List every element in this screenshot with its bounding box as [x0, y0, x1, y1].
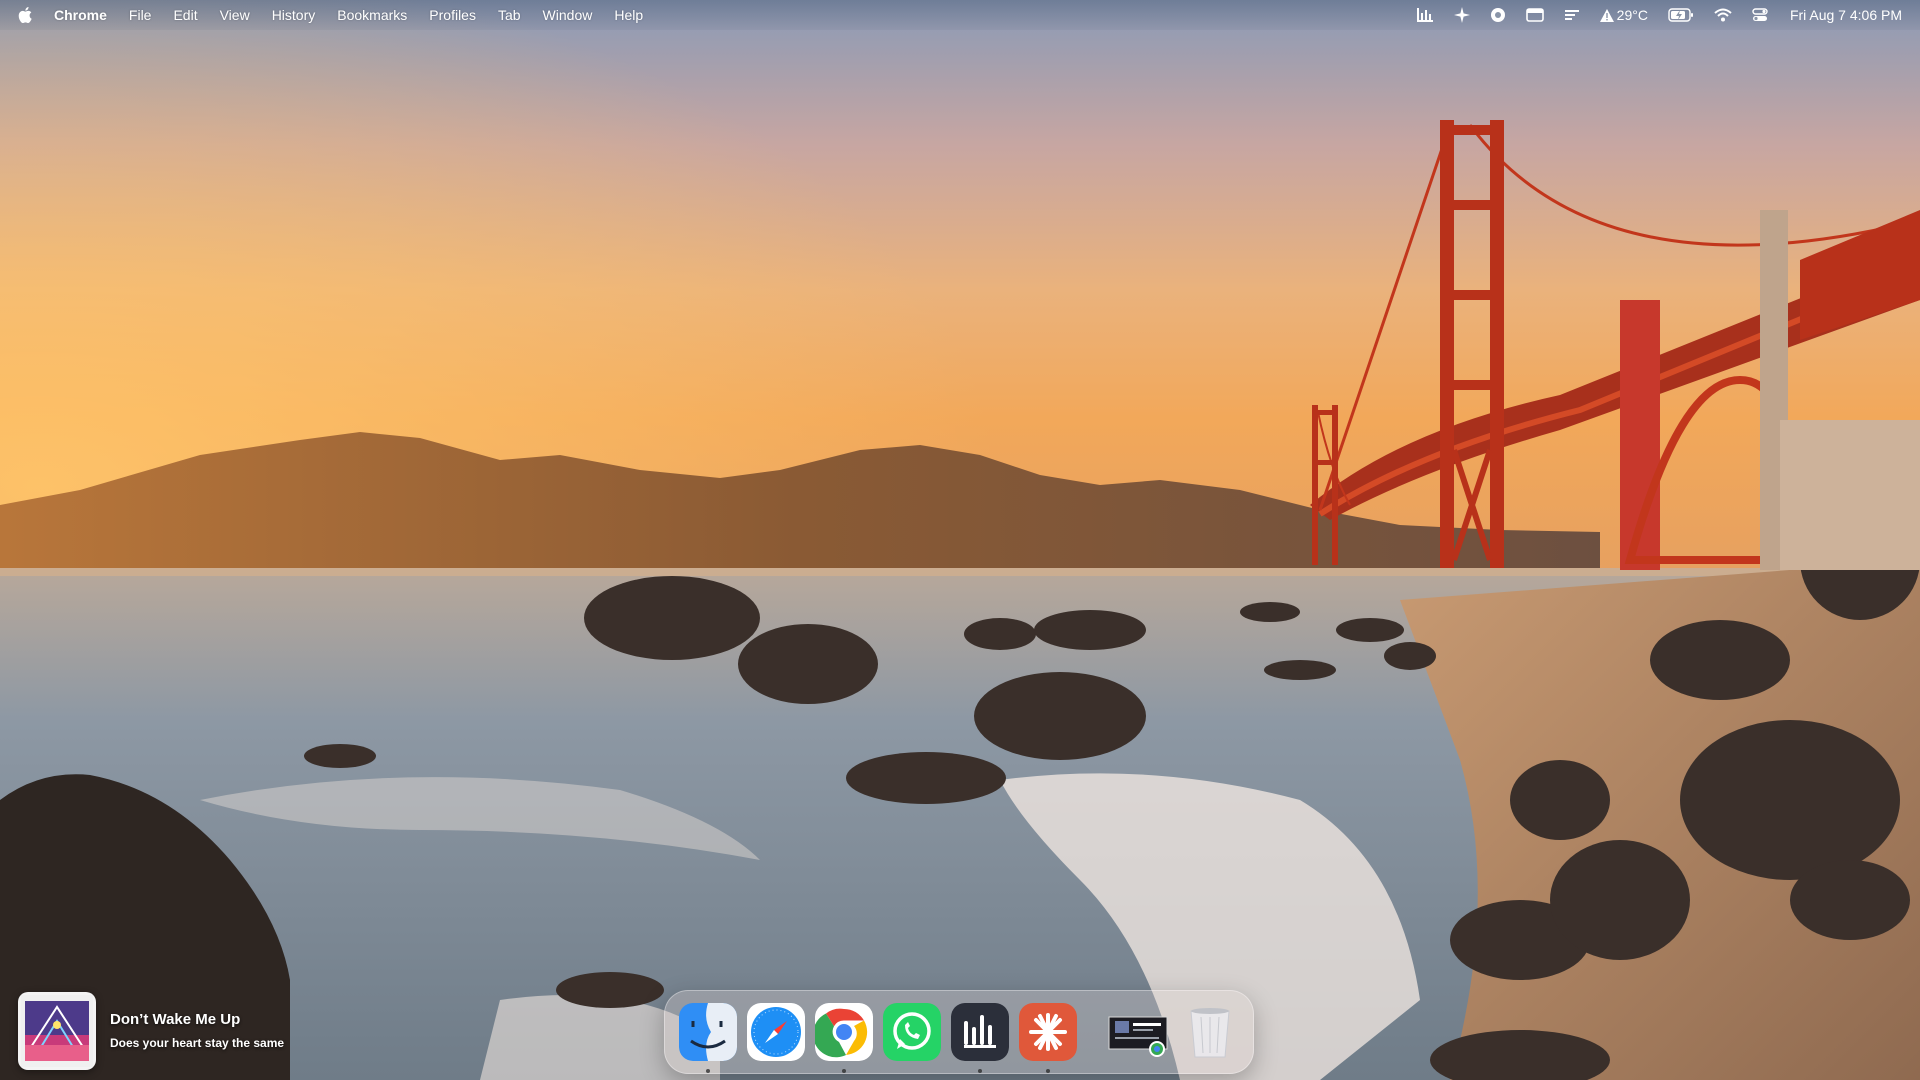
menu-view[interactable]: View	[220, 7, 250, 23]
running-indicator	[706, 1069, 710, 1073]
album-cover-image	[21, 995, 93, 1067]
menu-tab[interactable]: Tab	[498, 7, 521, 23]
menu-bar: Chrome File Edit View History Bookmarks …	[0, 0, 1920, 30]
audio-bars-icon[interactable]	[1416, 5, 1434, 25]
battery-charging-icon[interactable]	[1668, 5, 1694, 25]
desktop-wallpaper	[0, 0, 1920, 1080]
whatsapp-icon[interactable]	[883, 1003, 941, 1061]
running-indicator	[978, 1069, 982, 1073]
menu-bar-status: 29°C Fri Aug 7 4:06 PM	[1396, 0, 1920, 30]
calendar-card-icon[interactable]	[1525, 5, 1544, 25]
album-art	[18, 992, 96, 1070]
weather-status[interactable]: 29°C	[1599, 5, 1648, 25]
control-center-icon[interactable]	[1752, 5, 1768, 25]
warning-triangle-icon	[1599, 8, 1614, 22]
trash-icon[interactable]	[1181, 1003, 1239, 1061]
menu-app-name[interactable]: Chrome	[54, 7, 107, 23]
text-lines-icon[interactable]	[1564, 5, 1580, 25]
menu-edit[interactable]: Edit	[173, 7, 197, 23]
chrome-icon[interactable]	[812, 1003, 873, 1073]
menu-clock[interactable]: Fri Aug 7 4:06 PM	[1790, 7, 1902, 23]
song-title: Don’t Wake Me Up	[110, 1011, 241, 1028]
dock	[664, 990, 1254, 1074]
menu-history[interactable]: History	[272, 7, 316, 23]
menu-bookmarks[interactable]: Bookmarks	[337, 7, 407, 23]
menu-profiles[interactable]: Profiles	[429, 7, 476, 23]
audio-app-icon[interactable]	[951, 1003, 1009, 1073]
safari-icon[interactable]	[747, 1003, 805, 1061]
golden-gate-bridge-photo	[0, 0, 1920, 1080]
wifi-icon[interactable]	[1714, 5, 1732, 25]
finder-icon[interactable]	[679, 1003, 737, 1073]
sparkle-icon[interactable]	[1453, 5, 1470, 25]
menu-window[interactable]: Window	[543, 7, 593, 23]
apple-logo-icon[interactable]	[18, 7, 32, 24]
now-playing-text: Don’t Wake Me Up Does your heart stay th…	[110, 1010, 284, 1052]
circle-status-icon[interactable]	[1490, 5, 1506, 25]
running-indicator	[842, 1069, 846, 1073]
running-indicator	[1046, 1069, 1050, 1073]
menu-help[interactable]: Help	[614, 7, 643, 23]
screenshot-document-icon[interactable]	[1105, 1003, 1171, 1061]
song-subtitle: Does your heart stay the same	[110, 1036, 285, 1050]
claude-icon[interactable]	[1019, 1003, 1077, 1073]
menu-bar-left: Chrome File Edit View History Bookmarks …	[0, 0, 665, 30]
temperature-label: 29°C	[1616, 7, 1648, 23]
menu-file[interactable]: File	[129, 7, 152, 23]
now-playing-widget[interactable]: Don’t Wake Me Up Does your heart stay th…	[18, 992, 284, 1070]
